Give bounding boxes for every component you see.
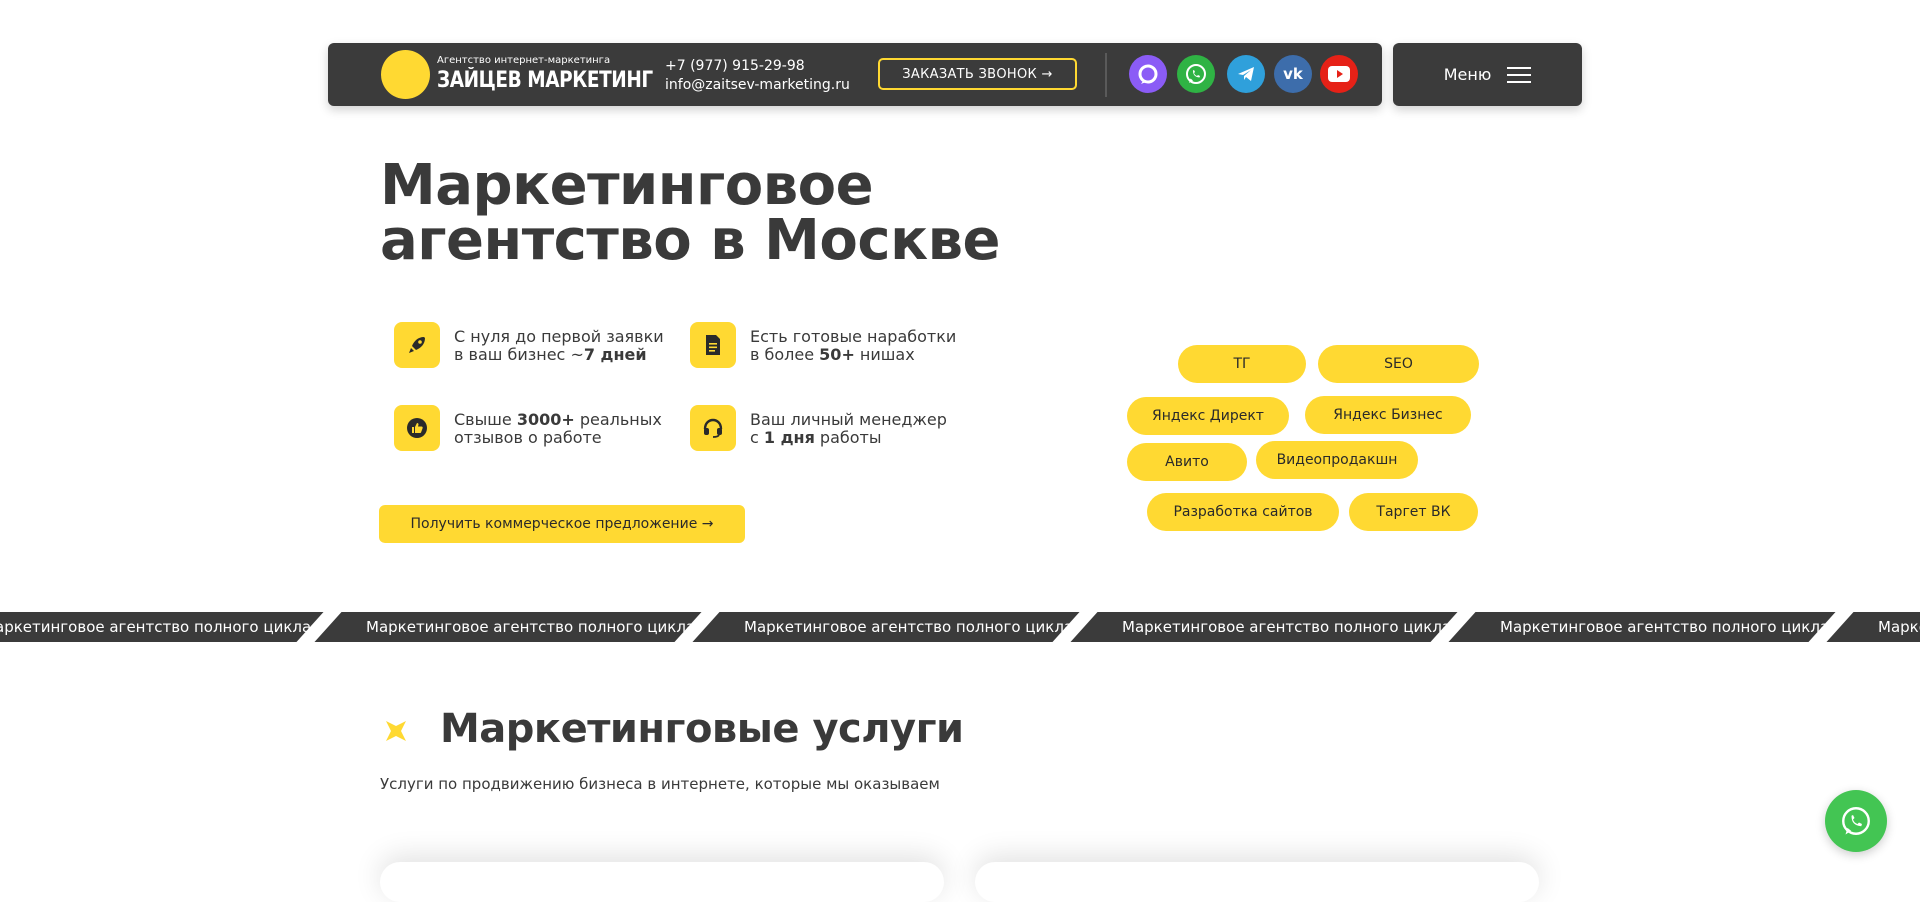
logo-title[interactable]: ЗАЙЦЕВ МАРКЕТИНГ	[437, 68, 653, 93]
email-link[interactable]: info@zaitsev-marketing.ru	[665, 77, 850, 93]
whatsapp-icon[interactable]	[1177, 55, 1215, 93]
ticker-item: Маркетинговое агентство полного цикла	[744, 618, 1074, 636]
service-card[interactable]	[975, 862, 1539, 902]
services-title: Маркетинговые услуги	[440, 706, 964, 752]
services-subtitle: Услуги по продвижению бизнеса в интернет…	[380, 775, 940, 793]
service-card[interactable]	[380, 862, 944, 902]
youtube-icon[interactable]	[1320, 55, 1358, 93]
header-divider	[1105, 53, 1107, 97]
tag-yandex-direct[interactable]: Яндекс Директ	[1127, 397, 1289, 435]
marquee-ticker: аркетинговое агентство полного цикла Мар…	[0, 612, 1920, 642]
ticker-item: Марке	[1878, 618, 1920, 636]
order-call-button[interactable]: ЗАКАЗАТЬ ЗВОНОК →	[878, 58, 1077, 90]
logo-mark[interactable]	[381, 50, 430, 99]
ticker-item: Маркетинговое агентство полного цикла	[1500, 618, 1830, 636]
get-offer-button[interactable]: Получить коммерческое предложение →	[379, 505, 745, 543]
headset-icon	[690, 405, 736, 451]
tag-web-development[interactable]: Разработка сайтов	[1147, 493, 1339, 531]
menu-label: Меню	[1443, 65, 1492, 84]
tag-avito[interactable]: Авито	[1127, 443, 1247, 481]
max-icon[interactable]	[1129, 55, 1167, 93]
rocket-icon	[394, 322, 440, 368]
telegram-icon[interactable]	[1227, 55, 1265, 93]
tag-seo[interactable]: SEO	[1318, 345, 1479, 383]
phone-link[interactable]: +7 (977) 915-29-98	[665, 58, 805, 74]
thumbs-up-icon	[394, 405, 440, 451]
tag-target-vk[interactable]: Таргет ВК	[1349, 493, 1478, 531]
feature-reviews: Свыше 3000+ реальных отзывов о работе	[454, 410, 662, 447]
vk-icon[interactable]: vk	[1274, 55, 1312, 93]
whatsapp-float-button[interactable]	[1825, 790, 1887, 852]
document-icon	[690, 322, 736, 368]
ticker-item: аркетинговое агентство полного цикла	[0, 618, 312, 636]
hamburger-icon	[1507, 66, 1532, 83]
feature-niches: Есть готовые наработки в более 50+ нишах	[750, 327, 957, 364]
sparkle-icon	[386, 721, 406, 741]
hero-title: Маркетинговое агентство в Москве	[380, 153, 1001, 273]
feature-first-lead: С нуля до первой заявки в ваш бизнес ~7 …	[454, 327, 664, 364]
tag-tg[interactable]: ТГ	[1178, 345, 1306, 383]
tag-yandex-business[interactable]: Яндекс Бизнес	[1305, 396, 1471, 434]
whatsapp-icon	[1842, 807, 1870, 835]
menu-button[interactable]: Меню	[1393, 43, 1582, 106]
ticker-item: Маркетинговое агентство полного цикла	[366, 618, 696, 636]
feature-manager: Ваш личный менеджер с 1 дня работы	[750, 410, 947, 447]
logo-subtitle: Агентство интернет-маркетинга	[437, 55, 611, 66]
ticker-item: Маркетинговое агентство полного цикла	[1122, 618, 1452, 636]
tag-video-production[interactable]: Видеопродакшн	[1256, 441, 1418, 479]
